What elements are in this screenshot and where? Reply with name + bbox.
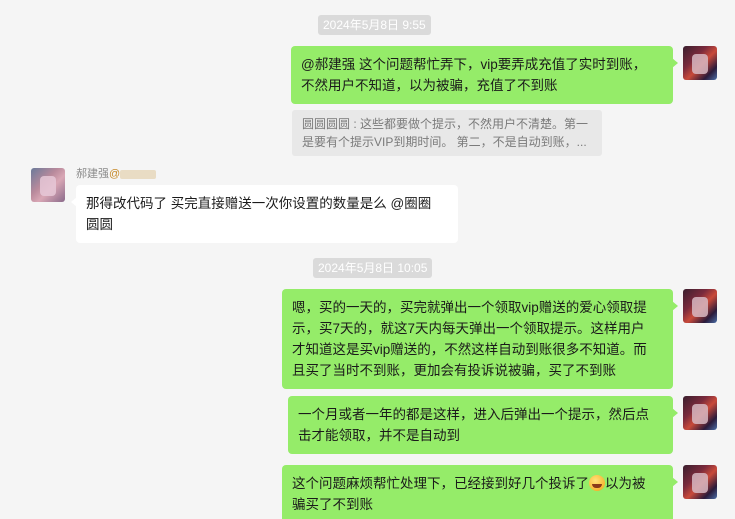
sender-name: 郝建强@ [76, 165, 157, 181]
message-text: 嗯，买的一天的，买完就弹出一个领取vip赠送的爱心领取提 [292, 300, 647, 315]
avatar[interactable] [31, 168, 65, 202]
message-bubble-sent[interactable]: 嗯，买的一天的，买完就弹出一个领取vip赠送的爱心领取提 示，买7天的，就这7天… [282, 289, 678, 389]
message-text: 以为被 [605, 476, 646, 491]
message-text: 那得改代码了 买完直接赠送一次你设置的数量是么 @圈圈 [86, 196, 432, 211]
mention-sign: @ [109, 168, 121, 180]
message-text: 不然用户不知道，以为被骗，充值了不到账 [301, 78, 558, 93]
message-text: @郝建强 这个问题帮忙弄下，vip要弄成充值了实时到账， [301, 57, 647, 72]
masked-name [120, 169, 157, 179]
message-text: 一个月或者一年的都是这样，进入后弹出一个提示，然后点 [298, 407, 649, 422]
message-text: 示，买7天的，就这7天内每天弹出一个领取提示。这样用户 [292, 321, 645, 336]
sender-name-text: 郝建强 [76, 168, 109, 180]
message-text: 这个问题麻烦帮忙处理下，已经接到好几个投诉了 [292, 476, 589, 491]
avatar[interactable] [683, 46, 717, 80]
message-bubble-sent[interactable]: 一个月或者一年的都是这样，进入后弹出一个提示，然后点 击才能领取，并不是自动到 [288, 396, 678, 454]
message-bubble-sent[interactable]: @郝建强 这个问题帮忙弄下，vip要弄成充值了实时到账， 不然用户不知道，以为被… [291, 46, 678, 104]
timestamp: 2024年5月8日 10:05 [313, 258, 433, 278]
message-text: 且买了当时不到账，更加会有投诉说被骗，买了不到账 [292, 363, 616, 378]
message-text: 才知道这是买vip赠送的，不然这样自动到账很多不知道。而 [292, 342, 647, 357]
quote-text: 是要有个提示VIP到期时间。 第二，不是自动到账，... [302, 135, 587, 149]
message-bubble-received[interactable]: 那得改代码了 买完直接赠送一次你设置的数量是么 @圈圈 圆圆 [71, 185, 458, 243]
quoted-message[interactable]: 圆圆圆圆 : 这些都要做个提示，不然用户不清楚。第一 是要有个提示VIP到期时间… [292, 110, 602, 156]
message-text: 骗买了不到账 [292, 497, 373, 512]
message-bubble-sent[interactable]: 这个问题麻烦帮忙处理下，已经接到好几个投诉了 以为被 骗买了不到账 [282, 465, 678, 519]
quote-text: 圆圆圆圆 : 这些都要做个提示，不然用户不清楚。第一 [302, 117, 589, 131]
avatar[interactable] [683, 465, 717, 499]
message-text: 圆圆 [86, 217, 113, 232]
timestamp: 2024年5月8日 9:55 [318, 15, 431, 35]
avatar[interactable] [683, 396, 717, 430]
avatar[interactable] [683, 289, 717, 323]
message-text: 击才能领取，并不是自动到 [298, 428, 460, 443]
laughing-emoji-icon [589, 475, 605, 491]
